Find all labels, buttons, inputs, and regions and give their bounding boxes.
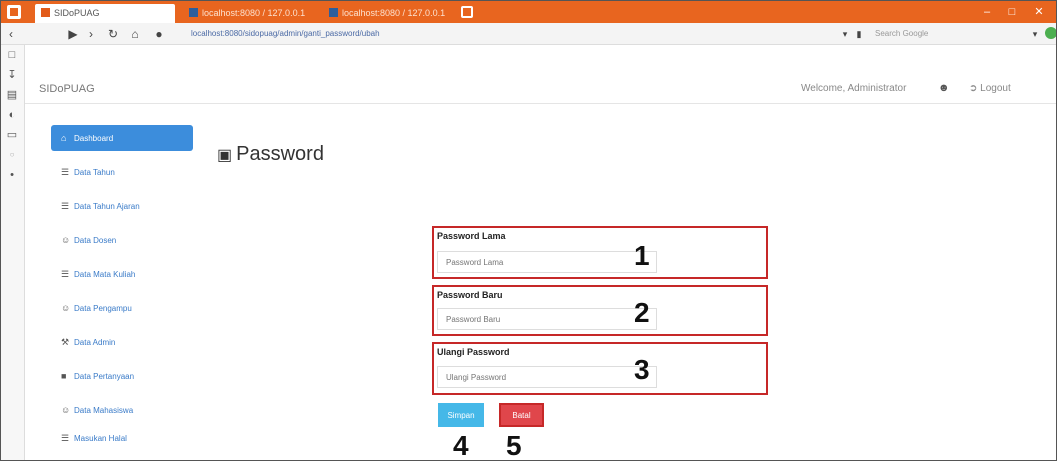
menu-item-data-tahun[interactable]: ☰ Data Tahun bbox=[51, 159, 193, 185]
browser-tab-bar: SIDoPUAG localhost:8080 / 127.0.0.1 loca… bbox=[1, 1, 1056, 23]
browser-tab-active[interactable]: SIDoPUAG bbox=[35, 4, 175, 23]
browser-navbar: ‹ ▶ › ↻ ⌂ ● localhost:8080/sidopuag/admi… bbox=[1, 23, 1056, 45]
reload-icon[interactable]: ↻ bbox=[105, 26, 121, 42]
menu-item-data-dosen[interactable]: ☺ Data Dosen bbox=[51, 227, 193, 253]
menu-label: Data Dosen bbox=[74, 236, 117, 245]
favicon-icon bbox=[189, 8, 198, 17]
panel-item-icon[interactable]: ○ bbox=[6, 149, 18, 161]
menu-label: Data Admin bbox=[74, 338, 116, 347]
extension-icon[interactable] bbox=[1045, 27, 1056, 39]
new-password-input[interactable] bbox=[437, 308, 657, 330]
menu-label: Data Mahasiswa bbox=[74, 406, 134, 415]
home-icon: ⌂ bbox=[61, 133, 67, 143]
menu-label: Data Mata Kuliah bbox=[74, 270, 136, 279]
form-group-repeat-password: Ulangi Password 3 bbox=[432, 342, 768, 395]
home-icon[interactable]: ⌂ bbox=[127, 26, 143, 42]
list-icon: ☰ bbox=[61, 433, 70, 443]
browser-side-panel: □ ↧ ▤ ◐ ▭ ○ • bbox=[1, 45, 25, 460]
annotation-number: 5 bbox=[506, 430, 522, 461]
page-title-text: Password bbox=[236, 143, 324, 165]
annotation-number: 1 bbox=[634, 240, 650, 271]
form-group-old-password: Password Lama 1 bbox=[432, 226, 768, 279]
menu-label: Masukan Halal bbox=[74, 434, 127, 443]
browser-menu-icon[interactable] bbox=[7, 5, 21, 19]
new-tab-button[interactable] bbox=[461, 6, 473, 18]
search-input[interactable]: Search Google bbox=[871, 26, 1021, 42]
favicon-icon bbox=[41, 8, 50, 17]
list-icon: ☰ bbox=[61, 269, 70, 279]
menu-item-dashboard[interactable]: ⌂ Dashboard bbox=[51, 125, 193, 151]
browser-tab[interactable]: localhost:8080 / 127.0.0.1 bbox=[323, 4, 455, 23]
list-icon: ☰ bbox=[61, 167, 70, 177]
fast-forward-icon[interactable]: ▶ bbox=[65, 26, 81, 42]
list-icon: ☰ bbox=[61, 201, 70, 211]
repeat-password-label: Ulangi Password bbox=[437, 347, 510, 357]
user-icon: ☻ bbox=[938, 82, 950, 94]
new-password-label: Password Baru bbox=[437, 290, 503, 300]
menu-label: Data Pengampu bbox=[74, 304, 132, 313]
browser-tab[interactable]: localhost:8080 / 127.0.0.1 bbox=[183, 4, 321, 23]
header-divider bbox=[25, 103, 1056, 104]
logout-link[interactable]: ➲ Logout bbox=[969, 83, 1011, 94]
user-icon: ☺ bbox=[61, 235, 71, 245]
menu-label: Data Tahun bbox=[74, 168, 115, 177]
user-icon: ☺ bbox=[61, 405, 71, 415]
history-icon[interactable]: ◐ bbox=[6, 109, 18, 121]
welcome-text: Welcome, Administrator bbox=[801, 83, 907, 94]
menu-item-data-pertanyaan[interactable]: ■ Data Pertanyaan bbox=[51, 363, 193, 389]
minimize-icon[interactable]: – bbox=[976, 3, 998, 21]
repeat-password-input[interactable] bbox=[437, 366, 657, 388]
wrench-icon: ⚒ bbox=[61, 337, 70, 347]
lock-icon: ▣ bbox=[217, 147, 233, 164]
bookmark-icon[interactable]: ▮ bbox=[851, 26, 867, 42]
close-icon[interactable]: ✕ bbox=[1028, 3, 1050, 21]
old-password-label: Password Lama bbox=[437, 231, 506, 241]
logout-icon: ➲ bbox=[969, 83, 981, 94]
menu-item-data-pengampu[interactable]: ☺ Data Pengampu bbox=[51, 295, 193, 321]
address-bar[interactable]: localhost:8080/sidopuag/admin/ganti_pass… bbox=[191, 27, 831, 41]
annotation-number: 4 bbox=[453, 430, 469, 461]
menu-item-masukan-halal[interactable]: ☰ Masukan Halal bbox=[51, 425, 193, 451]
forward-icon[interactable]: › bbox=[83, 26, 99, 42]
back-icon[interactable]: ‹ bbox=[3, 26, 19, 42]
menu-item-data-admin[interactable]: ⚒ Data Admin bbox=[51, 329, 193, 355]
user-icon: ☺ bbox=[61, 303, 71, 313]
annotation-number: 3 bbox=[634, 354, 650, 385]
window-icon[interactable]: ▭ bbox=[6, 129, 18, 141]
menu-item-data-mata-kuliah[interactable]: ☰ Data Mata Kuliah bbox=[51, 261, 193, 287]
form-group-new-password: Password Baru 2 bbox=[432, 285, 768, 336]
annotation-number: 2 bbox=[634, 297, 650, 328]
tab-label: localhost:8080 / 127.0.0.1 bbox=[342, 8, 446, 18]
menu-item-data-mahasiswa[interactable]: ☺ Data Mahasiswa bbox=[51, 397, 193, 423]
app-title[interactable]: SIDoPUAG bbox=[39, 83, 95, 95]
menu-label: Dashboard bbox=[74, 134, 114, 143]
favicon-icon bbox=[329, 8, 338, 17]
book-icon: ■ bbox=[61, 371, 67, 381]
maximize-icon[interactable]: □ bbox=[1001, 3, 1023, 21]
menu-item-data-tahun-ajaran[interactable]: ☰ Data Tahun Ajaran bbox=[51, 193, 193, 219]
site-info-icon[interactable]: ● bbox=[151, 26, 167, 42]
menu-label: Data Pertanyaan bbox=[74, 372, 135, 381]
logout-label: Logout bbox=[980, 83, 1011, 94]
tab-label: localhost:8080 / 127.0.0.1 bbox=[202, 8, 306, 18]
notes-icon[interactable]: ▤ bbox=[6, 89, 18, 101]
save-button[interactable]: Simpan bbox=[438, 403, 484, 427]
bookmarks-icon[interactable]: □ bbox=[6, 49, 18, 61]
browser-window: SIDoPUAG localhost:8080 / 127.0.0.1 loca… bbox=[0, 0, 1057, 461]
cancel-button[interactable]: Batal bbox=[499, 403, 544, 427]
tab-label: SIDoPUAG bbox=[54, 8, 100, 18]
downloads-icon[interactable]: ↧ bbox=[6, 69, 18, 81]
old-password-input[interactable] bbox=[437, 251, 657, 273]
search-dropdown-icon[interactable]: ▾ bbox=[1027, 26, 1043, 42]
add-panel-icon[interactable]: • bbox=[6, 169, 18, 181]
menu-label: Data Tahun Ajaran bbox=[74, 202, 140, 211]
page-title: ▣ Password bbox=[217, 143, 324, 166]
